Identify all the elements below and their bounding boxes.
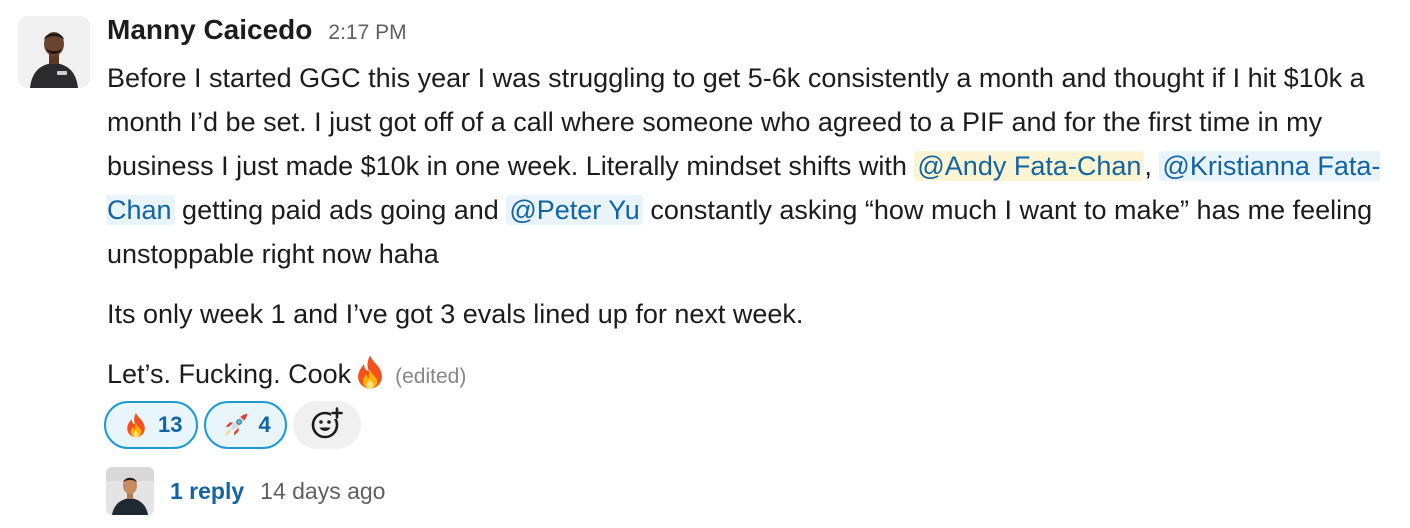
reaction-count: 4 [258,412,271,437]
reaction-fire[interactable]: 13 [104,401,199,449]
mention-peter-yu[interactable]: @Peter Yu [506,195,643,225]
edited-label: (edited) [395,365,467,388]
fire-emoji-icon [351,353,389,391]
mention-andy-fata-chan[interactable]: @Andy Fata-Chan [914,151,1145,181]
reaction-rocket[interactable]: 4 [204,401,287,449]
message-header: Manny Caicedo 2:17 PM [107,14,407,50]
fire-emoji-icon [122,411,150,439]
last-reply-time: 14 days ago [260,477,386,504]
reaction-count: 13 [158,412,183,437]
add-reaction-icon [309,405,345,446]
message-paragraph-2: Its only week 1 and I’ve got 3 evals lin… [107,299,804,329]
message-body: Before I started GGC this year I was str… [107,56,1397,399]
message-text-segment: getting paid ads going and [174,195,507,225]
reply-avatar [106,467,154,515]
reply-avatar-image [106,467,154,515]
message-paragraph-3: Let’s. Fucking. Cook (edited) [107,352,1397,399]
message-paragraph-1: Before I started GGC this year I was str… [107,56,1397,276]
rocket-emoji-icon [222,411,250,439]
message-text-segment: , [1144,151,1160,181]
message-container: Manny Caicedo 2:17 PM Before I started G… [0,0,1410,528]
reply-count-link[interactable]: 1 reply [170,478,244,505]
thread-summary[interactable]: 1 reply 14 days ago [106,466,385,516]
author-avatar-image [18,16,90,88]
add-reaction-button[interactable] [292,401,361,449]
message-text-segment: Let’s. Fucking. Cook [107,359,352,389]
author-avatar[interactable] [18,16,90,88]
message-timestamp[interactable]: 2:17 PM [328,21,406,45]
author-name[interactable]: Manny Caicedo [107,14,312,46]
reactions-bar: 13 4 [104,401,361,449]
